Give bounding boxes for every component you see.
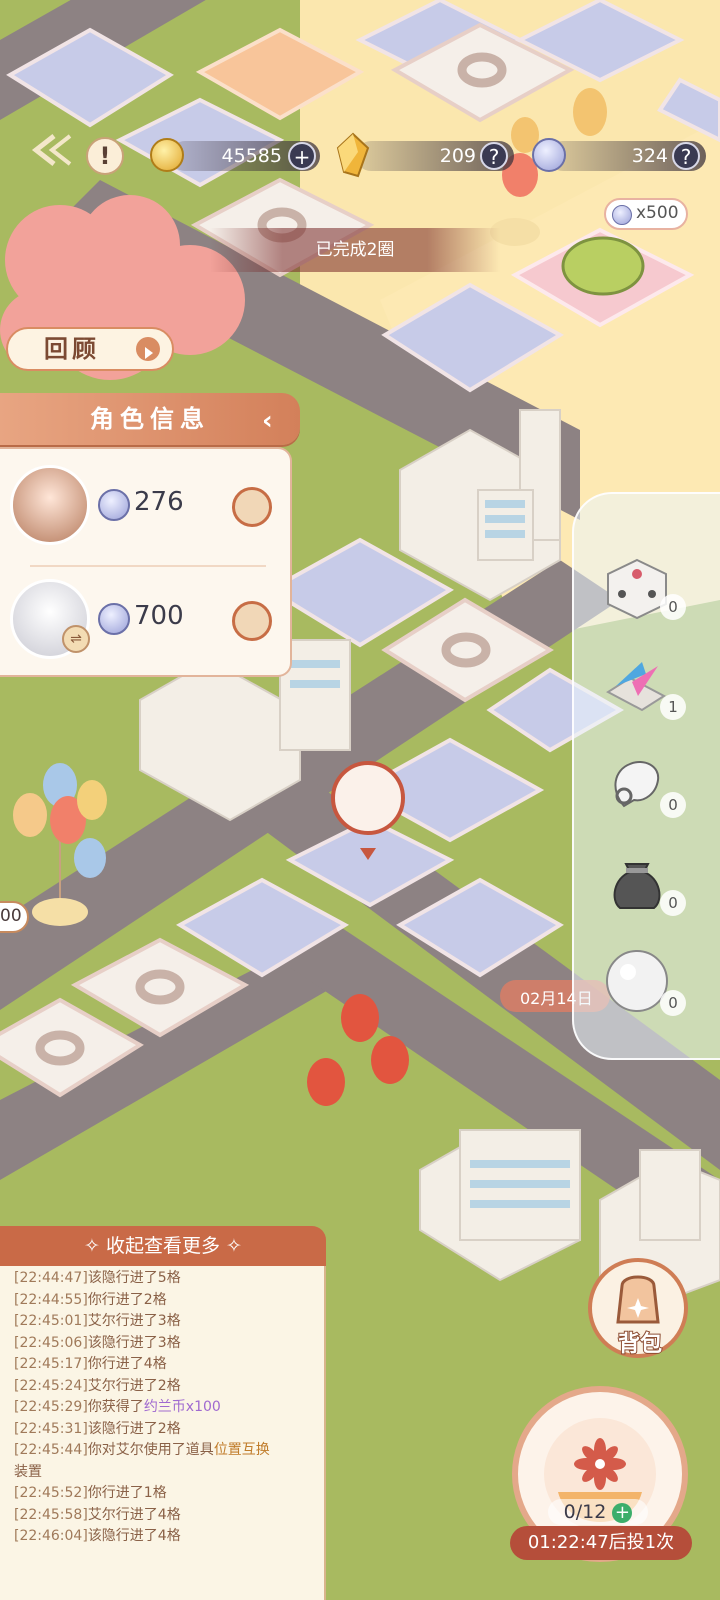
- roll-count: 0/12 +: [548, 1499, 648, 1525]
- role-panel-header[interactable]: 角色信息 ‹: [0, 393, 300, 445]
- log-highlight: 位置互换: [213, 1442, 270, 1458]
- exclamation-icon: !: [99, 142, 111, 170]
- left-edge-label: 00: [0, 906, 22, 926]
- log-timestamp: [22:45:31]: [14, 1420, 88, 1437]
- log-timestamp: [22:44:47]: [14, 1270, 88, 1286]
- add-roll-icon[interactable]: +: [612, 1502, 633, 1523]
- role-panel-title: 角色信息: [90, 405, 210, 433]
- crystal-help-button[interactable]: ?: [480, 142, 508, 170]
- log-line: [22:45:17]你行进了4格: [0, 1354, 324, 1376]
- log-text: 你获得了: [87, 1399, 144, 1415]
- log-timestamp: [22:45:06]: [14, 1334, 88, 1351]
- log-timestamp: [22:45:29]: [14, 1399, 88, 1415]
- log-timestamp: [22:45:17]: [14, 1356, 88, 1372]
- log-text: 艾尔行进了2格: [87, 1377, 181, 1394]
- log-header-label: 收起查看更多: [105, 1235, 220, 1257]
- backpack-label: 背包: [617, 1331, 663, 1358]
- token-coin-icon: [98, 489, 130, 521]
- review-label: 回顾: [44, 335, 100, 363]
- token-coin-icon: [612, 205, 632, 225]
- item-tray: 0 1 0 0 0: [572, 492, 720, 1060]
- log-highlight: 约兰币x100: [143, 1399, 221, 1415]
- player-1-value: 276: [134, 487, 184, 517]
- review-button[interactable]: 回顾: [6, 327, 174, 371]
- log-text: 该隐行进了3格: [87, 1334, 181, 1351]
- event-log[interactable]: [22:44:47]该隐行进了5格 [22:44:55]你行进了2格 [22:45:…: [0, 1266, 326, 1600]
- collapse-arrow-icon[interactable]: ‹: [262, 395, 279, 447]
- player-avatar-1[interactable]: [10, 465, 90, 545]
- log-text: 你行进了4格: [87, 1356, 167, 1372]
- log-text: 艾尔行进了4格: [87, 1506, 181, 1523]
- roll-count-value: 0/12: [563, 1501, 607, 1523]
- log-line: [22:45:44]你对艾尔使用了道具位置互换: [0, 1440, 324, 1462]
- token-coin-icon: [532, 138, 566, 172]
- log-text: 装置: [14, 1463, 42, 1480]
- player-2-value: 700: [134, 601, 184, 631]
- sparkle-icon: ✧: [84, 1235, 106, 1257]
- log-timestamp: [22:45:01]: [14, 1313, 88, 1329]
- bread-item-button-1[interactable]: [232, 487, 272, 527]
- add-gold-button[interactable]: +: [288, 142, 316, 170]
- role-panel: 276 ⇌ 700: [0, 447, 292, 677]
- log-timestamp: [22:46:04]: [14, 1528, 88, 1544]
- snowball-count: 0: [660, 990, 686, 1016]
- log-text: 该隐行进了2格: [87, 1420, 181, 1437]
- log-timestamp: [22:45:58]: [14, 1506, 88, 1523]
- token-coin-icon: [98, 603, 130, 635]
- crystal-icon: [336, 132, 370, 182]
- log-timestamp: [22:44:55]: [14, 1291, 88, 1308]
- back-arrow-icon: [31, 134, 72, 166]
- log-line: [22:45:29]你获得了约兰币x100: [0, 1397, 324, 1419]
- log-line: [22:45:58]艾尔行进了4格: [0, 1505, 324, 1527]
- log-line: 装置: [0, 1462, 324, 1484]
- divider: [30, 565, 266, 567]
- sparkle-icon: ✧: [220, 1235, 242, 1257]
- gold-coin-icon: [150, 138, 184, 172]
- log-timestamp: [22:45:44]: [14, 1442, 88, 1458]
- log-text: 艾尔行进了3格: [87, 1313, 181, 1329]
- reward-amount: x500: [636, 203, 679, 223]
- swap-count: 1: [660, 694, 686, 720]
- glove-count: 0: [660, 792, 686, 818]
- reward-bubble: x500: [604, 198, 688, 230]
- log-text: 该隐行进了5格: [87, 1270, 181, 1286]
- log-text: 你行进了2格: [87, 1291, 167, 1308]
- log-collapse-button[interactable]: ✧ 收起查看更多 ✧: [0, 1226, 326, 1266]
- swap-icon: ⇌: [62, 625, 90, 653]
- log-line: [22:45:52]你行进了1格: [0, 1483, 324, 1505]
- log-line: [22:44:55]你行进了2格: [0, 1290, 324, 1312]
- log-text: 该隐行进了4格: [87, 1528, 181, 1544]
- lap-status-banner: 已完成2圈: [210, 228, 500, 272]
- log-timestamp: [22:45:52]: [14, 1485, 88, 1501]
- token-value: 324: [631, 145, 668, 167]
- sack-count: 0: [660, 890, 686, 916]
- log-line: [22:46:04]该隐行进了4格: [0, 1526, 324, 1548]
- gold-value: 45585: [221, 145, 282, 167]
- roll-timer: 01:22:47后投1次: [510, 1526, 692, 1560]
- info-button[interactable]: !: [86, 137, 124, 175]
- log-text: 你行进了1格: [87, 1485, 167, 1501]
- play-arrow-icon: [136, 337, 160, 361]
- log-line: [22:44:47]该隐行进了5格: [0, 1268, 324, 1290]
- log-timestamp: [22:45:24]: [14, 1377, 88, 1394]
- log-line: [22:45:31]该隐行进了2格: [0, 1419, 324, 1441]
- back-button[interactable]: [26, 130, 76, 170]
- log-line: [22:45:24]艾尔行进了2格: [0, 1376, 324, 1398]
- dice-count: 0: [660, 594, 686, 620]
- crystal-value: 209: [439, 145, 476, 167]
- bread-item-button-2[interactable]: [232, 601, 272, 641]
- log-text: 你对艾尔使用了道具: [87, 1442, 214, 1458]
- log-line: [22:45:01]艾尔行进了3格: [0, 1311, 324, 1333]
- token-help-button[interactable]: ?: [672, 142, 700, 170]
- log-line: [22:45:06]该隐行进了3格: [0, 1333, 324, 1355]
